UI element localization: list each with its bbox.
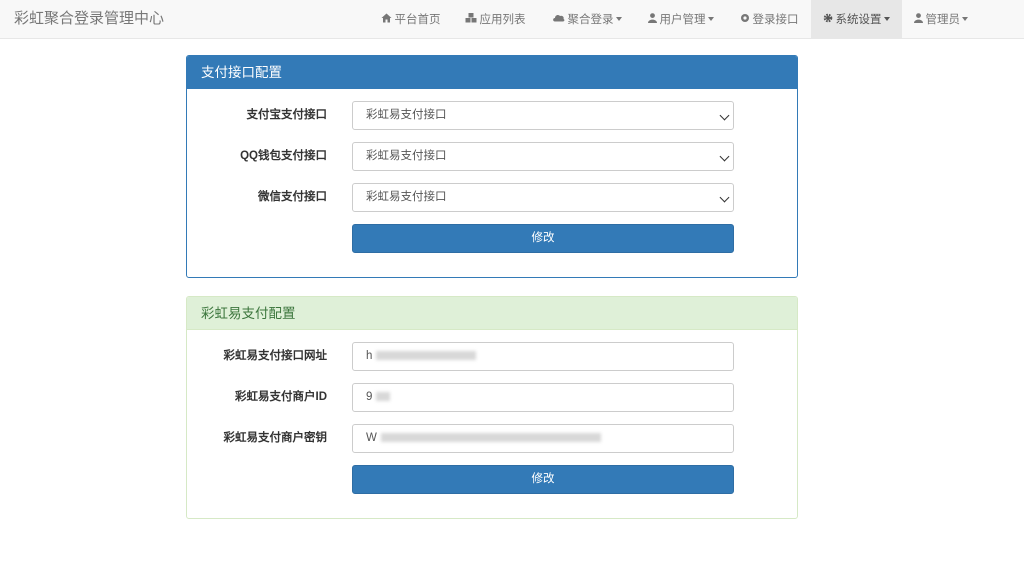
brand-title[interactable]: 彩虹聚合登录管理中心	[14, 0, 164, 38]
qq-row: QQ钱包支付接口 彩虹易支付接口	[187, 142, 797, 171]
nav-system-settings-label: 系统设置	[835, 14, 882, 26]
user-icon	[647, 12, 657, 26]
payment-submit-button[interactable]: 修改	[352, 224, 734, 253]
nav-system-settings[interactable]: 系统设置	[810, 0, 902, 38]
nav-home[interactable]: 平台首页	[369, 0, 452, 38]
redacted-text	[380, 433, 601, 443]
epay-config-panel: 彩虹易支付配置 彩虹易支付接口网址 h 彩虹易支付商户ID 9 彩虹易支付商户密…	[186, 296, 798, 519]
chevron-down-icon	[719, 192, 730, 203]
chevron-down-icon	[719, 151, 730, 162]
cloud-icon	[552, 13, 565, 25]
chevron-down-icon	[615, 17, 622, 21]
epay-submit-button[interactable]: 修改	[352, 465, 734, 494]
epay-key-input[interactable]: W	[352, 424, 734, 453]
nav-user-management[interactable]: 用户管理	[633, 0, 725, 38]
nav-aggregate-login-label: 聚合登录	[567, 14, 614, 26]
main-nav: 平台首页 应用列表 聚合登录 用户管理 登录接口 系统设置 管理员	[369, 0, 1024, 38]
epay-pid-label: 彩虹易支付商户ID	[235, 391, 327, 403]
alipay-row: 支付宝支付接口 彩虹易支付接口	[187, 101, 797, 130]
cubes-icon	[465, 12, 477, 26]
nav-apps[interactable]: 应用列表	[452, 0, 537, 38]
epay-url-input[interactable]: h	[352, 342, 734, 371]
nav-admin-label: 管理员	[925, 14, 961, 26]
epay-key-value: W	[366, 432, 377, 444]
epay-url-label: 彩虹易支付接口网址	[223, 350, 328, 362]
epay-key-label: 彩虹易支付商户密钥	[223, 432, 328, 444]
wechat-select-value: 彩虹易支付接口	[366, 191, 447, 203]
epay-key-row: 彩虹易支付商户密钥 W	[187, 424, 797, 453]
wechat-row: 微信支付接口 彩虹易支付接口	[187, 183, 797, 212]
gear-icon	[740, 13, 750, 26]
chevron-down-icon	[719, 110, 730, 121]
payment-config-panel: 支付接口配置 支付宝支付接口 彩虹易支付接口 QQ钱包支付接口 彩虹易支付接口 …	[186, 55, 798, 278]
qq-select-value: 彩虹易支付接口	[366, 150, 447, 162]
alipay-select[interactable]: 彩虹易支付接口	[352, 101, 734, 130]
alipay-select-value: 彩虹易支付接口	[366, 109, 447, 121]
qq-label: QQ钱包支付接口	[240, 150, 327, 162]
alipay-label: 支付宝支付接口	[246, 109, 328, 121]
redacted-text	[376, 392, 391, 402]
nav-login-api-label: 登录接口	[752, 14, 799, 26]
chevron-down-icon	[707, 17, 714, 21]
qq-select[interactable]: 彩虹易支付接口	[352, 142, 734, 171]
epay-config-title: 彩虹易支付配置	[187, 297, 797, 330]
user-icon	[913, 12, 923, 26]
cog-icon	[823, 13, 833, 26]
redacted-text	[376, 351, 477, 361]
nav-apps-label: 应用列表	[479, 14, 526, 26]
chevron-down-icon	[883, 17, 890, 21]
nav-user-management-label: 用户管理	[659, 14, 706, 26]
payment-config-title: 支付接口配置	[187, 56, 797, 89]
nav-login-api[interactable]: 登录接口	[725, 0, 811, 38]
epay-pid-value: 9	[366, 391, 373, 403]
home-icon	[381, 13, 392, 26]
nav-aggregate-login[interactable]: 聚合登录	[537, 0, 633, 38]
epay-pid-row: 彩虹易支付商户ID 9	[187, 383, 797, 412]
wechat-label: 微信支付接口	[258, 191, 327, 203]
wechat-select[interactable]: 彩虹易支付接口	[352, 183, 734, 212]
nav-home-label: 平台首页	[394, 14, 441, 26]
chevron-down-icon	[962, 17, 968, 21]
epay-url-row: 彩虹易支付接口网址 h	[187, 342, 797, 371]
top-navbar: 彩虹聚合登录管理中心 平台首页 应用列表 聚合登录 用户管理 登录接口 系统设置…	[0, 0, 1024, 39]
epay-url-value: h	[366, 350, 373, 362]
epay-pid-input[interactable]: 9	[352, 383, 734, 412]
nav-admin[interactable]: 管理员	[902, 0, 1024, 38]
